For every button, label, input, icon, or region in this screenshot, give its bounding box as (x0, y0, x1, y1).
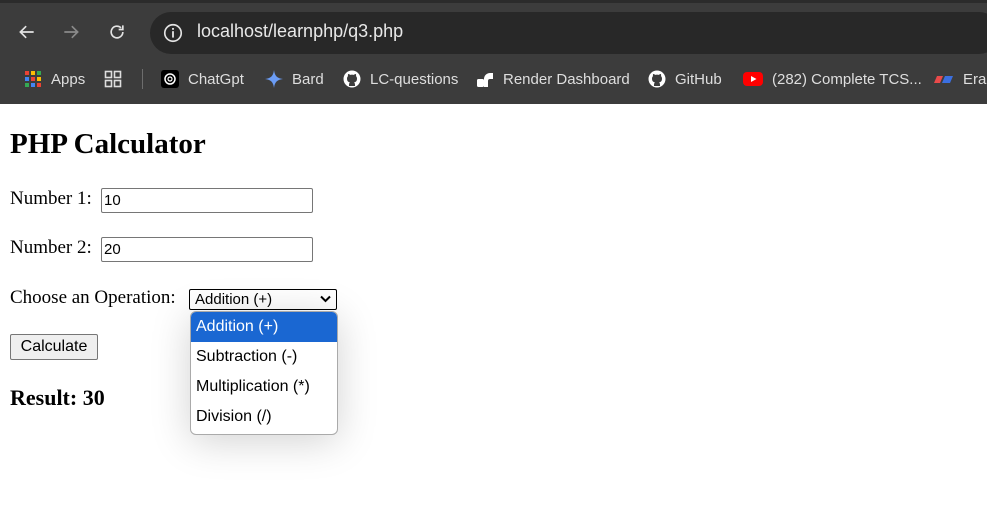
number1-label: Number 1: (10, 188, 92, 209)
option-addition[interactable]: Addition (+) (191, 312, 337, 342)
chatgpt-icon (161, 70, 179, 88)
number1-input[interactable]: 10 (101, 188, 313, 213)
render-icon (476, 70, 494, 88)
bookmark-github[interactable]: GitHub (648, 64, 722, 94)
back-button[interactable] (12, 17, 42, 47)
bookmark-eraser[interactable]: Eras (934, 64, 987, 94)
bookmark-lc-questions[interactable]: LC-questions (343, 64, 458, 94)
bookmark-label: LC-questions (370, 70, 459, 88)
bookmark-chatgpt[interactable]: ChatGpt (161, 64, 244, 94)
bookmark-label: (282) Complete TCS... (772, 70, 922, 88)
operation-label: Choose an Operation: (10, 287, 176, 308)
bookmark-youtube[interactable]: (282) Complete TCS... (743, 64, 922, 94)
number2-input[interactable]: 20 (101, 237, 313, 262)
bookmark-apps[interactable]: Apps (24, 64, 85, 94)
tab-strip-edge (0, 0, 987, 3)
result-text: Result: 30 (10, 385, 105, 410)
bookmarks-bar: Apps ChatGpt Bard LC-questions Render Da… (0, 64, 987, 104)
forward-button[interactable] (56, 17, 86, 47)
calculate-button[interactable]: Calculate (10, 334, 98, 360)
apps-grid-icon (24, 70, 42, 88)
bookmark-bard[interactable]: Bard (265, 64, 324, 94)
bookmark-label: Apps (51, 70, 86, 88)
number2-label: Number 2: (10, 237, 92, 258)
bookmark-label: Bard (292, 70, 324, 88)
page-title: PHP Calculator (10, 128, 206, 160)
bookmark-label: Eras (963, 70, 987, 88)
option-subtraction[interactable]: Subtraction (-) (191, 342, 337, 372)
browser-toolbar: localhost/learnphp/q3.php (0, 0, 987, 64)
bookmark-label: ChatGpt (188, 70, 244, 88)
github-icon (648, 70, 666, 88)
address-bar[interactable]: localhost/learnphp/q3.php (150, 12, 987, 54)
bookmark-label: GitHub (675, 70, 722, 88)
tab-groups-button[interactable] (104, 64, 131, 94)
eraser-icon (934, 70, 954, 88)
reload-icon (110, 25, 124, 39)
bookmark-render-dashboard[interactable]: Render Dashboard (476, 64, 630, 94)
back-arrow-icon (19, 25, 34, 39)
forward-arrow-icon (64, 25, 79, 39)
github-icon (343, 70, 361, 88)
option-multiplication[interactable]: Multiplication (*) (191, 372, 337, 402)
site-info-icon[interactable] (162, 22, 184, 44)
url-text[interactable]: localhost/learnphp/q3.php (197, 21, 403, 42)
tab-grid-icon (104, 70, 122, 88)
chevron-down-icon (320, 295, 331, 303)
operation-selected-value: Addition (+) (195, 291, 273, 308)
bard-sparkle-icon (265, 70, 283, 88)
page-content: PHP Calculator Number 1: 10 Number 2: 20… (0, 104, 987, 512)
youtube-icon (743, 70, 763, 88)
operation-select[interactable]: Addition (+) (189, 289, 337, 310)
option-division[interactable]: Division (/) (191, 402, 337, 432)
reload-button[interactable] (102, 17, 132, 47)
bookmark-separator (142, 69, 143, 89)
bookmark-label: Render Dashboard (503, 70, 630, 88)
operation-dropdown-list: Addition (+) Subtraction (-) Multiplicat… (190, 311, 338, 435)
